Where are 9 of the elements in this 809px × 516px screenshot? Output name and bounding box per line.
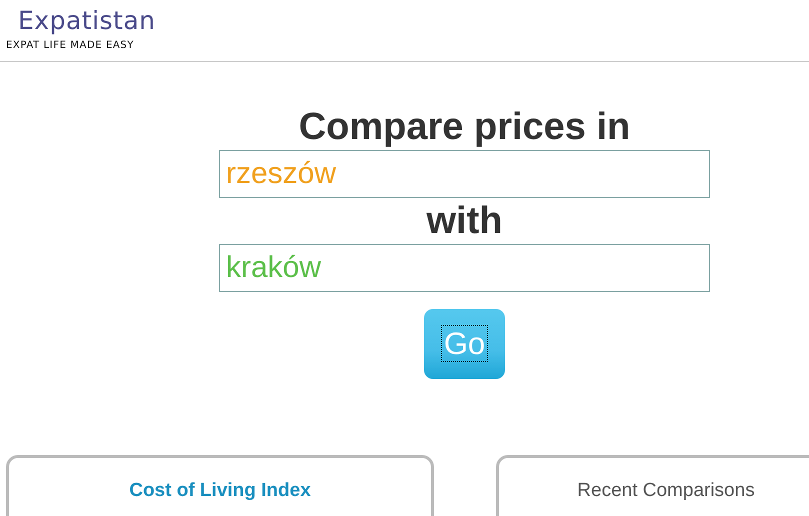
logo[interactable]: Expatistan bbox=[18, 6, 809, 36]
city-field[interactable]: kraków bbox=[219, 244, 710, 292]
panel-title: Recent Comparisons bbox=[577, 479, 755, 503]
compare-heading: Compare prices in bbox=[298, 105, 630, 150]
with-label: with bbox=[426, 199, 502, 244]
panel-title-link[interactable]: Cost of Living Index bbox=[129, 479, 311, 503]
city-field[interactable]: rzeszów bbox=[219, 150, 710, 198]
tagline: EXPAT LIFE MADE EASY bbox=[6, 40, 135, 51]
go-button[interactable]: Go bbox=[424, 309, 505, 379]
